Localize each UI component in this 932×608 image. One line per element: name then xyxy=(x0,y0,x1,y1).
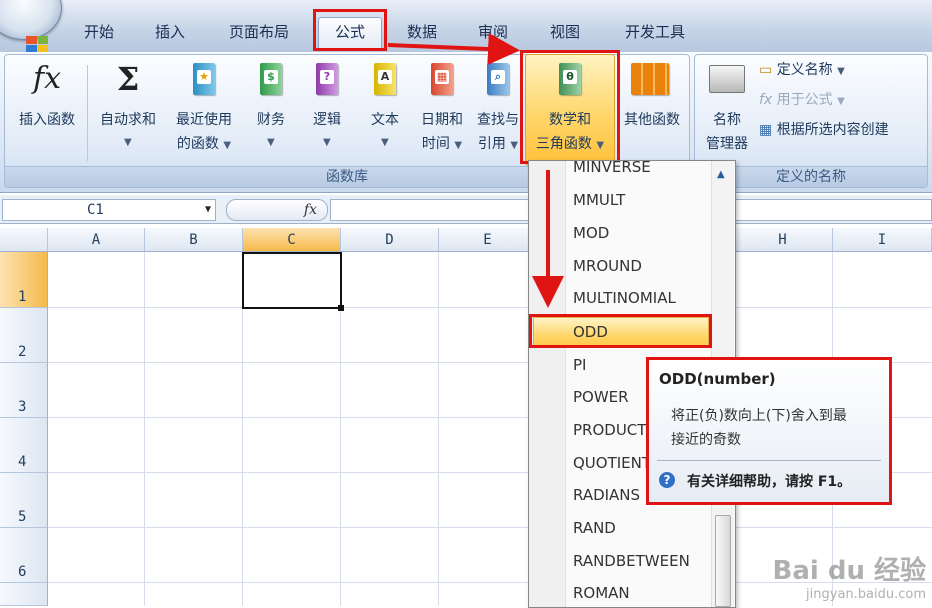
tooltip-title: ODD(number) xyxy=(659,370,776,388)
help-question-icon: ? xyxy=(659,472,675,488)
function-tooltip: ODD(number) 将正(负)数向上(下)舍入到最 接近的奇数 ? 有关详细… xyxy=(646,357,892,505)
arrow-tab-to-math xyxy=(387,33,520,66)
tooltip-description-line2: 接近的奇数 xyxy=(671,432,741,448)
tooltip-description-line1: 将正(负)数向上(下)舍入到最 xyxy=(671,408,847,424)
annotation-arrows xyxy=(387,33,564,308)
watermark-url: jingyan.baidu.com xyxy=(806,587,926,602)
baidu-watermark: Bai du 经验 jingyan.baidu.com xyxy=(773,550,927,602)
tooltip-description: 将正(负)数向上(下)舍入到最 接近的奇数 xyxy=(671,404,847,452)
watermark-logo: Bai du 经验 xyxy=(772,556,927,586)
tooltip-divider xyxy=(657,460,881,461)
tooltip-help-text: 有关详细帮助，请按 F1。 xyxy=(687,474,852,490)
